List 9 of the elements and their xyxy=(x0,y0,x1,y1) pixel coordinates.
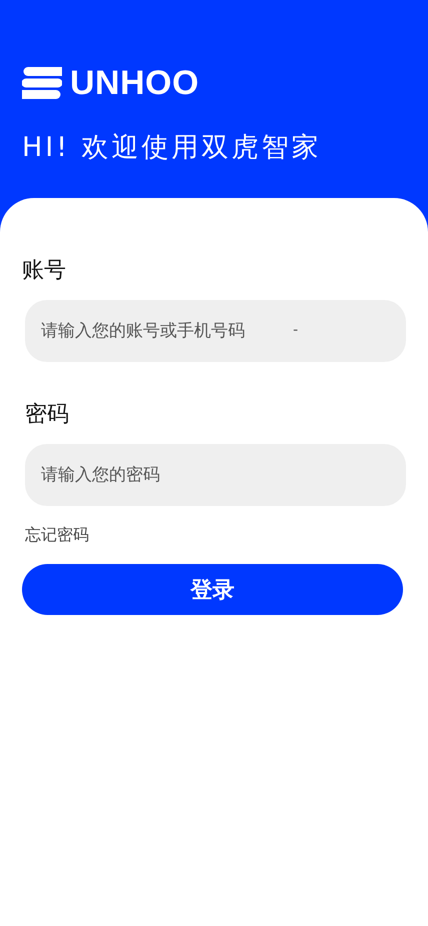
input-field[interactable]: 请输入您的密码 xyxy=(25,444,406,506)
forgot-password-link[interactable]: 忘记密码 xyxy=(25,524,89,546)
field-label: 密码 xyxy=(25,401,70,429)
field-label: 账号 xyxy=(22,257,67,285)
welcome-title: HI! 欢迎使用双虎智家 xyxy=(22,131,323,165)
login-button[interactable]: 登录 xyxy=(22,564,403,615)
logo-icon xyxy=(22,67,62,99)
logo-text: UNHOO xyxy=(70,66,200,100)
field-mark: - xyxy=(293,322,298,338)
